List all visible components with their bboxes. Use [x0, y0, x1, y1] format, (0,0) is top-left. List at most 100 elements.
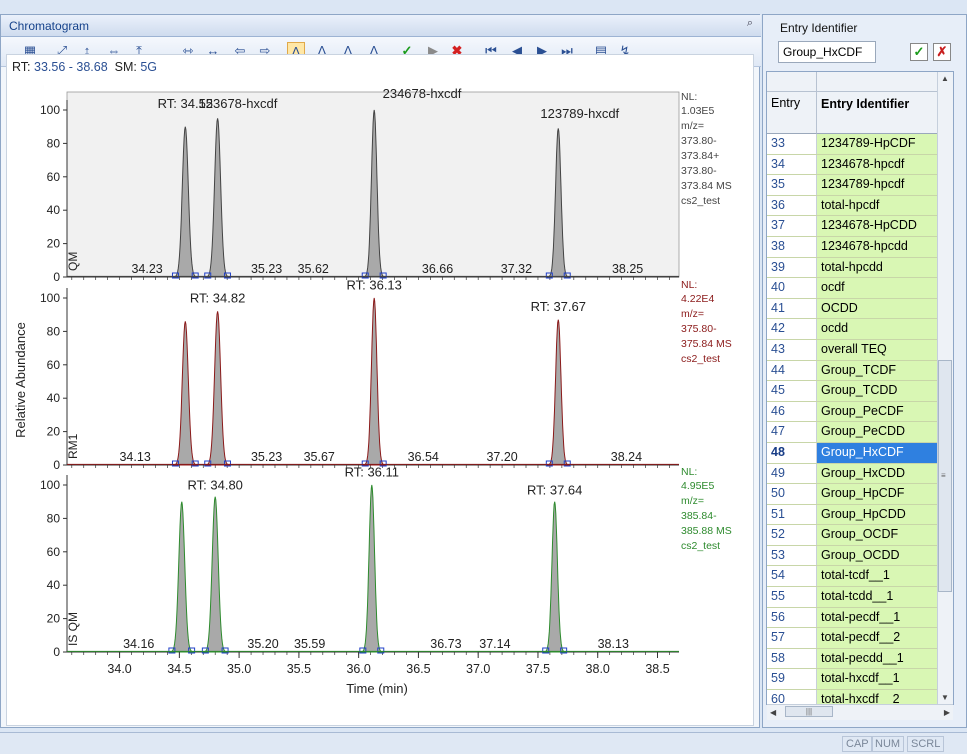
scroll-up-icon[interactable]: ▲	[941, 74, 949, 83]
entry-row[interactable]: 44 Group_TCDF	[767, 360, 937, 382]
entry-number: 45	[767, 381, 817, 401]
entry-identifier-cell[interactable]: Group_PeCDD	[817, 422, 937, 442]
entry-row[interactable]: 54 total-tcdf__1	[767, 566, 937, 588]
entry-row[interactable]: 41 OCDD	[767, 298, 937, 320]
entry-identifier-cell[interactable]: total-pecdf__2	[817, 628, 937, 648]
reject-button[interactable]: ✗	[933, 43, 951, 61]
entry-identifier-cell[interactable]: total-tcdf__1	[817, 566, 937, 587]
peak-34.55	[173, 321, 198, 466]
mz-info: 375.80-	[681, 323, 717, 335]
entry-identifier-cell[interactable]: 1234789-HpCDF	[817, 134, 937, 154]
entry-identifier-cell[interactable]: total-hpcdd	[817, 257, 937, 278]
nl-label: NL:	[681, 279, 697, 291]
entry-identifier-cell[interactable]: total-tcdd__1	[817, 587, 937, 607]
entry-identifier-cell[interactable]: 1234678-hpcdd	[817, 236, 937, 257]
horizontal-scroll-thumb[interactable]: |||	[785, 706, 833, 717]
peak-37.67	[547, 319, 570, 466]
entry-identifier-cell[interactable]: total-hpcdf	[817, 195, 937, 216]
entry-identifier-cell[interactable]: Group_OCDF	[817, 525, 937, 545]
peak-label: RT: 37.67	[531, 299, 586, 314]
entry-row[interactable]: 50 Group_HpCDF	[767, 484, 937, 505]
baseline-rt-label: 35.23	[251, 262, 282, 276]
entry-identifier-cell[interactable]: total-pecdf__1	[817, 607, 937, 628]
entry-identifier-cell[interactable]: total-hxcdf__2	[817, 690, 937, 704]
trace-name: QM	[66, 252, 80, 271]
entry-identifier-cell[interactable]: 1234678-HpCDD	[817, 216, 937, 236]
entry-identifier-cell[interactable]: Group_TCDD	[817, 381, 937, 401]
trace-name: IS QM	[66, 612, 80, 646]
entry-number: 39	[767, 257, 817, 278]
entry-number: 35	[767, 175, 817, 195]
entry-identifier-cell[interactable]: 1234789-hpcdf	[817, 175, 937, 195]
entry-row[interactable]: 33 1234789-HpCDF	[767, 134, 937, 155]
entry-row[interactable]: 48 Group_HxCDF	[767, 442, 937, 464]
scroll-right-icon[interactable]: ▶	[944, 708, 950, 717]
x-tick-label: 35.5	[287, 662, 311, 676]
entry-identifier-cell[interactable]: total-hxcdf__1	[817, 669, 937, 690]
entry-identifier-cell[interactable]: Group_HpCDD	[817, 504, 937, 525]
x-tick-label: 37.5	[526, 662, 550, 676]
entry-row[interactable]: 56 total-pecdf__1	[767, 607, 937, 629]
nl-value: 4.22E4	[681, 293, 714, 305]
entry-row[interactable]: 37 1234678-HpCDD	[767, 216, 937, 237]
entry-identifier-cell[interactable]: ocdf	[817, 278, 937, 298]
entry-identifier-cell[interactable]: overall TEQ	[817, 339, 937, 360]
y-tick-label: 20	[47, 425, 61, 439]
entry-identifier-input[interactable]	[778, 41, 876, 63]
entry-row[interactable]: 55 total-tcdd__1	[767, 587, 937, 608]
entry-identifier-cell[interactable]: ocdd	[817, 319, 937, 339]
entry-row[interactable]: 45 Group_TCDD	[767, 381, 937, 402]
entry-row[interactable]: 34 1234678-hpcdf	[767, 154, 937, 176]
entry-identifier-cell[interactable]: 1234678-hpcdf	[817, 154, 937, 175]
mz-info: 385.88 MS	[681, 525, 732, 537]
mz-info: cs2_test	[681, 195, 720, 207]
entry-row[interactable]: 49 Group_HxCDD	[767, 463, 937, 485]
entry-row[interactable]: 39 total-hpcdd	[767, 257, 937, 279]
entry-number: 40	[767, 278, 817, 298]
entry-row[interactable]: 35 1234789-hpcdf	[767, 175, 937, 196]
entry-row[interactable]: 57 total-pecdf__2	[767, 628, 937, 649]
entry-identifier-cell[interactable]: Group_HpCDF	[817, 484, 937, 504]
entry-row[interactable]: 38 1234678-hpcdd	[767, 236, 937, 258]
entry-row[interactable]: 46 Group_PeCDF	[767, 401, 937, 423]
entry-number: 37	[767, 216, 817, 236]
entry-identifier-cell[interactable]: Group_PeCDF	[817, 401, 937, 422]
entry-number: 58	[767, 648, 817, 669]
entry-identifier-cell[interactable]: total-pecdd__1	[817, 648, 937, 669]
entry-row[interactable]: 36 total-hpcdf	[767, 195, 937, 217]
entry-number: 56	[767, 607, 817, 628]
entry-identifier-cell[interactable]: OCDD	[817, 298, 937, 319]
entry-row[interactable]: 52 Group_OCDF	[767, 525, 937, 546]
mz-info: m/z=	[681, 120, 704, 132]
peak-34.8	[202, 496, 228, 653]
chromatogram-chart[interactable]: 020406080100 RT: 34.55123678-hxcdf234678-…	[0, 0, 760, 730]
peak-label: 123789-hxcdf	[540, 106, 619, 121]
baseline-rt-label: 38.13	[598, 637, 629, 651]
baseline-rt-label: 37.32	[501, 262, 532, 276]
entry-identifier-cell[interactable]: Group_TCDF	[817, 360, 937, 381]
entry-row[interactable]: 58 total-pecdd__1	[767, 648, 937, 670]
entry-row[interactable]: 53 Group_OCDD	[767, 545, 937, 567]
column-header-identifier[interactable]: Entry Identifier	[817, 92, 937, 134]
scroll-left-icon[interactable]: ◀	[770, 708, 776, 717]
y-tick-label: 20	[47, 612, 61, 626]
entry-number: 44	[767, 360, 817, 381]
scroll-down-icon[interactable]: ▼	[941, 693, 949, 702]
entry-row[interactable]: 47 Group_PeCDD	[767, 422, 937, 443]
entry-row[interactable]: 40 ocdf	[767, 278, 937, 299]
entry-row[interactable]: 42 ocdd	[767, 319, 937, 340]
entry-number: 55	[767, 587, 817, 607]
entry-identifier-cell[interactable]: Group_HxCDF	[817, 442, 937, 463]
entry-identifier-cell[interactable]: Group_HxCDD	[817, 463, 937, 484]
entry-row[interactable]: 59 total-hxcdf__1	[767, 669, 937, 691]
entry-row[interactable]: 51 Group_HpCDD	[767, 504, 937, 526]
accept-button[interactable]: ✓	[910, 43, 928, 61]
entry-identifier-cell[interactable]: Group_OCDD	[817, 545, 937, 566]
vertical-scroll-thumb[interactable]: ≡	[938, 360, 952, 592]
entry-row[interactable]: 43 overall TEQ	[767, 339, 937, 361]
y-tick-label: 20	[47, 237, 61, 251]
peak-label: RT: 34.80	[188, 478, 243, 493]
entry-number: 46	[767, 401, 817, 422]
entry-row[interactable]: 60 total-hxcdf__2	[767, 690, 937, 704]
column-header-entry[interactable]: Entry	[767, 92, 817, 134]
